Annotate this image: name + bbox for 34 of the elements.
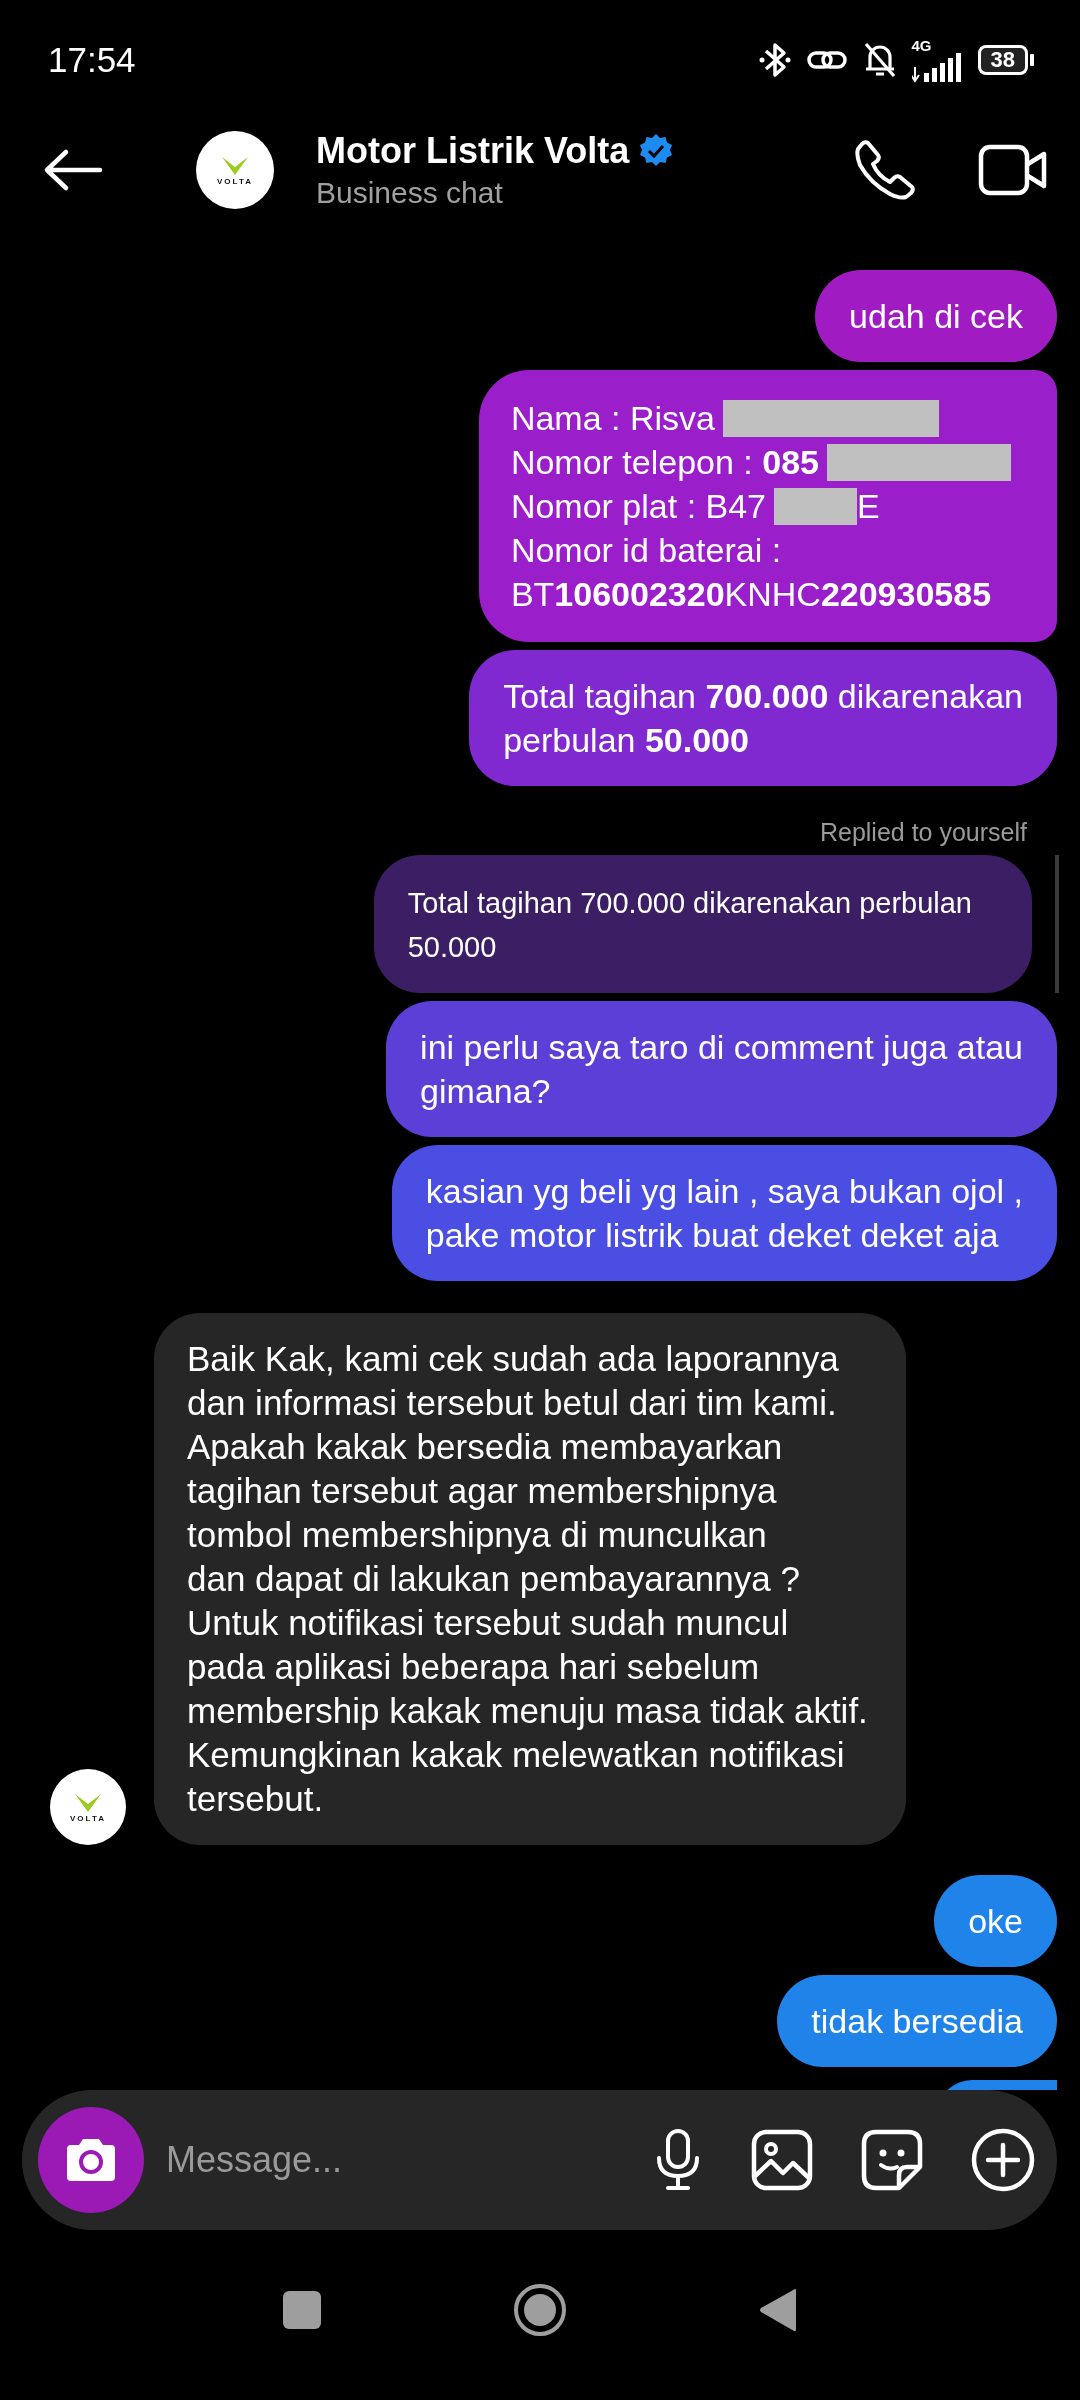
reply-label: Replied to yourself: [819, 818, 1027, 847]
message-text: Total tagihan 700.000 dikarenakan perbulan 50.000: [503, 677, 1023, 759]
quoted-message[interactable]: Total tagihan 700.000 dikarenakan perbulan 50.000: [373, 855, 1032, 993]
message-text: kasian yg beli yg lain , saya bukan ojol , pake motor listrik buat deket deket aja: [425, 1172, 1023, 1254]
message-text: Nomor plat : B47: [510, 486, 767, 527]
message-text: Baik Kak, kami cek sudah ada laporannya dan informasi tersebut betul dari tim kami. Apakah kakak bersedia membayarkan tagihan tersebut agar membershipnya tombol membershipnya di munculkan dan dapat di lakukan pembayarannya ? Untuk notifikasi tersebut sudah muncul pada aplikasi beberapa hari sebelum membership kakak menuju masa tidak aktif. Kemungkinan kakak melewatkan notifikasi tersebut.: [187, 1339, 868, 1818]
message-text: ini perlu saya taro di comment juga atau gimana?: [420, 1028, 1023, 1110]
message-text: Nomor id baterai :: [510, 530, 782, 571]
contact-name[interactable]: Motor Listrik Volta: [316, 130, 630, 172]
phone-call-icon[interactable]: [854, 139, 916, 201]
sticker-icon[interactable]: [861, 2129, 923, 2191]
status-time: 17:54: [48, 40, 136, 80]
back-arrow-icon[interactable]: [42, 148, 104, 192]
contact-avatar[interactable]: VOLTA: [196, 131, 274, 209]
message-text: oke: [968, 1902, 1023, 1940]
message-text: BT106002320KNHC220930585: [510, 574, 992, 615]
video-call-icon[interactable]: [978, 142, 1048, 198]
image-icon[interactable]: [751, 2129, 813, 2191]
message-text: udah di cek: [849, 297, 1023, 335]
sender-avatar[interactable]: VOLTA: [50, 1769, 126, 1845]
message-text: Nomor telepon : 085: [510, 442, 819, 483]
network-type: 4G: [911, 37, 932, 53]
message-text: E: [857, 486, 880, 527]
message-input[interactable]: Message...: [164, 2138, 605, 2182]
chat-subtitle: Business chat: [316, 176, 504, 210]
message-text: tidak bersedia: [811, 2002, 1023, 2040]
bluetooth-icon: [757, 40, 792, 80]
back-icon[interactable]: [758, 2287, 798, 2333]
signal-icon: [911, 52, 964, 83]
recents-icon[interactable]: [282, 2290, 322, 2330]
battery-indicator: 38: [977, 45, 1034, 75]
home-icon[interactable]: [512, 2282, 568, 2338]
add-icon[interactable]: [971, 2128, 1035, 2192]
message-text: Nama : Risva: [510, 398, 715, 439]
